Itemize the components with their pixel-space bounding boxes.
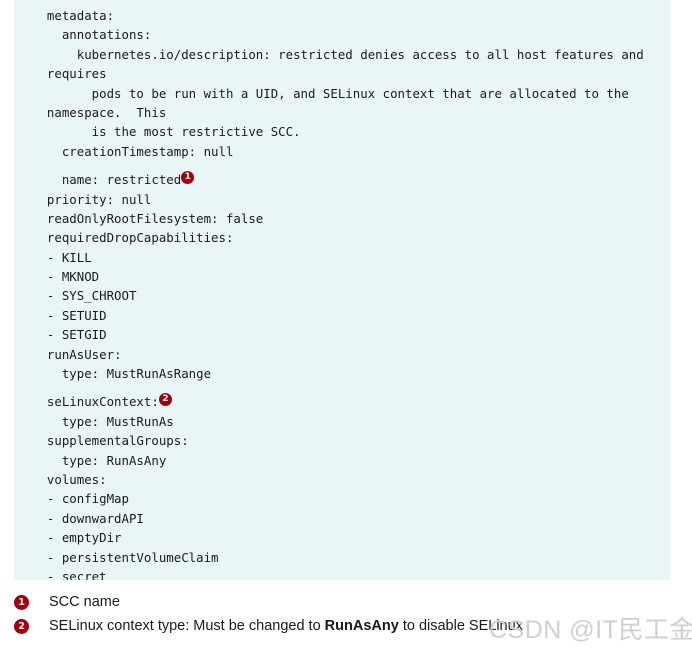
code-line: - persistentVolumeClaim <box>14 548 670 567</box>
code-line: supplementalGroups: <box>14 431 670 450</box>
legend-item-text: SELinux context type: Must be changed to… <box>49 616 523 637</box>
code-line: volumes: <box>14 470 670 489</box>
code-line-text: - persistentVolumeClaim <box>32 549 219 565</box>
code-line-text: - SETUID <box>32 307 107 323</box>
callout-badge-icon: 2 <box>158 393 172 407</box>
callout-legend-list: 1 SCC name 2 SELinux context type: Must be … <box>14 592 674 640</box>
code-line: - KILL <box>14 248 670 267</box>
code-line: - configMap <box>14 489 670 508</box>
code-line: - emptyDir <box>14 528 670 547</box>
code-line-text: creationTimestamp: null <box>32 143 234 159</box>
code-line: - MKNOD <box>14 267 670 286</box>
code-line-text: type: MustRunAsRange <box>32 366 212 382</box>
code-line: priority: null <box>14 190 670 209</box>
code-line-text: name: restricted <box>32 172 182 188</box>
code-line: type: MustRunAsRange <box>14 364 670 383</box>
code-line: name: restricted 1 <box>14 170 670 189</box>
code-line: annotations: <box>14 25 670 44</box>
code-line: - secret <box>14 567 670 580</box>
code-line: readOnlyRootFilesystem: false <box>14 209 670 228</box>
code-line-text: - SYS_CHROOT <box>32 288 137 304</box>
callout-badge-icon: 2 <box>14 619 29 634</box>
code-line: pods to be run with a UID, and SELinux c… <box>14 84 670 103</box>
code-line: requires <box>14 64 670 83</box>
code-line-text: namespace. This <box>32 104 167 120</box>
code-line-text: readOnlyRootFilesystem: false <box>32 210 264 226</box>
legend-item: 1 SCC name <box>14 592 674 616</box>
code-line: seLinuxContext: 2 <box>14 392 670 411</box>
code-line: requiredDropCapabilities: <box>14 228 670 247</box>
yaml-code-block: metadata: annotations: kubernetes.io/des… <box>14 0 670 580</box>
code-line-text: kubernetes.io/description: restricted de… <box>32 46 644 62</box>
code-line-text: requiredDropCapabilities: <box>32 230 234 246</box>
code-line-text: - secret <box>32 568 107 580</box>
code-line-text: pods to be run with a UID, and SELinux c… <box>32 85 629 101</box>
code-line-text: type: RunAsAny <box>32 452 167 468</box>
code-line: is the most restrictive SCC. <box>14 122 670 141</box>
code-line: kubernetes.io/description: restricted de… <box>14 45 670 64</box>
legend-emphasis: RunAsAny <box>324 618 399 634</box>
code-line-text: is the most restrictive SCC. <box>32 124 301 140</box>
code-line-text: - MKNOD <box>32 269 100 285</box>
code-line: runAsUser: <box>14 345 670 364</box>
code-line-text: - downwardAPI <box>32 510 144 526</box>
code-line-text: runAsUser: <box>32 346 122 362</box>
code-line-text: requires <box>32 66 107 82</box>
code-line-text: - SETGID <box>32 327 107 343</box>
code-line-text: annotations: <box>32 27 152 43</box>
code-line-text: type: MustRunAs <box>32 413 174 429</box>
code-line: namespace. This <box>14 103 670 122</box>
code-line-text: - configMap <box>32 491 129 507</box>
code-line-text: priority: null <box>32 191 152 207</box>
code-line-text: volumes: <box>32 471 107 487</box>
callout-badge-icon: 1 <box>181 171 195 185</box>
legend-text-run: SELinux context type: Must be changed to <box>49 618 325 634</box>
code-line-text: - KILL <box>32 249 92 265</box>
legend-item-text: SCC name <box>49 592 120 613</box>
legend-item: 2 SELinux context type: Must be changed t… <box>14 616 674 640</box>
code-line: - SETUID <box>14 306 670 325</box>
code-line-text: supplementalGroups: <box>32 433 189 449</box>
code-line: - SYS_CHROOT <box>14 286 670 305</box>
code-line: type: MustRunAs <box>14 412 670 431</box>
code-line-text: seLinuxContext: <box>32 394 159 410</box>
code-line: metadata: <box>14 6 670 25</box>
callout-badge-icon: 1 <box>14 595 29 610</box>
code-line: - downwardAPI <box>14 509 670 528</box>
code-line: type: RunAsAny <box>14 451 670 470</box>
code-line-text: metadata: <box>32 8 115 23</box>
legend-text-run: SCC name <box>49 594 120 610</box>
code-line: - SETGID <box>14 325 670 344</box>
code-line: creationTimestamp: null <box>14 142 670 161</box>
code-line-text: - emptyDir <box>32 530 122 546</box>
legend-text-run: to disable SELinux <box>398 618 523 634</box>
